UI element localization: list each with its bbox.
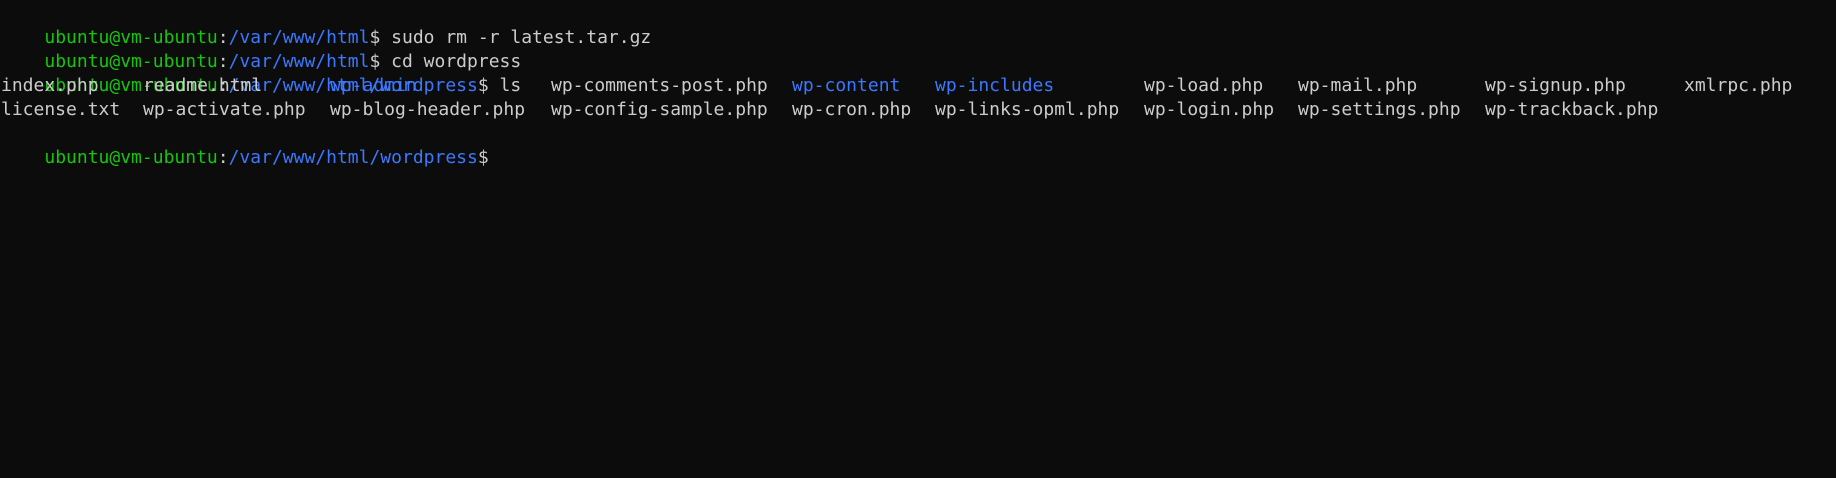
ls-output-row: index.php readme.html wp-admin wp-commen… (1, 74, 1836, 98)
ls-entry-directory: wp-admin (330, 75, 417, 96)
command-line: ubuntu@vm-ubuntu:/var/www/html$ cd wordp… (1, 26, 1836, 72)
ls-entry-file: wp-blog-header.php (330, 99, 526, 120)
ls-entry-file: xmlrpc.php (1684, 75, 1793, 96)
ls-entry-file: wp-login.php (1144, 99, 1275, 120)
ls-entry-file: license.txt (1, 99, 121, 120)
ls-entry-file: index.php (1, 75, 99, 96)
terminal-window[interactable]: ubuntu@vm-ubuntu:/var/www/html$ sudo rm … (0, 0, 1836, 478)
ls-entry-file: wp-trackback.php (1485, 99, 1659, 120)
prompt-symbol: $ (477, 147, 489, 168)
ls-entry-file: wp-settings.php (1298, 99, 1461, 120)
ls-entry-file: readme.html (143, 75, 263, 96)
ls-entry-file: wp-cron.php (792, 99, 912, 120)
current-prompt-line[interactable]: ubuntu@vm-ubuntu:/var/www/html/wordpress… (1, 122, 1836, 168)
command-line: ubuntu@vm-ubuntu:/var/www/html$ sudo rm … (1, 2, 1836, 48)
ls-entry-file: wp-comments-post.php (551, 75, 768, 96)
ls-output-row: license.txt wp-activate.php wp-blog-head… (1, 98, 1836, 122)
ls-entry-file: wp-signup.php (1485, 75, 1626, 96)
prompt-separator: : (217, 147, 229, 168)
ls-entry-directory: wp-includes (935, 75, 1055, 96)
ls-entry-file: wp-links-opml.php (935, 99, 1120, 120)
command-line: ubuntu@vm-ubuntu:/var/www/html/wordpress… (1, 50, 1836, 96)
prompt-path: /var/www/html/wordpress (228, 147, 478, 168)
ls-entry-file: wp-activate.php (143, 99, 306, 120)
ls-entry-file: wp-config-sample.php (551, 99, 768, 120)
ls-entry-directory: wp-content (792, 75, 901, 96)
ls-entry-file: wp-mail.php (1298, 75, 1418, 96)
prompt-user-host: ubuntu@vm-ubuntu (44, 147, 218, 168)
ls-entry-file: wp-load.php (1144, 75, 1264, 96)
